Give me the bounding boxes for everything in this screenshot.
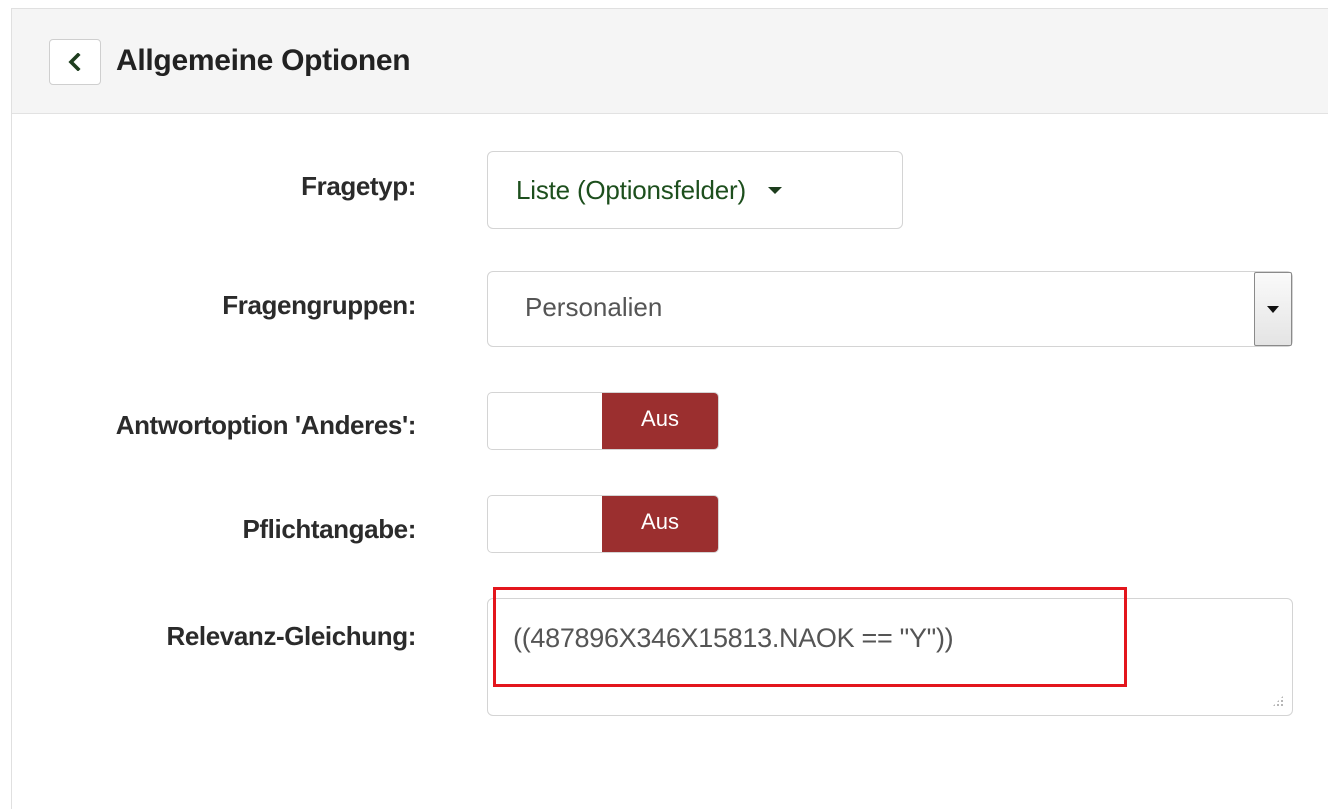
question-group-value: Personalien (525, 292, 663, 322)
back-button[interactable] (49, 39, 101, 85)
mandatory-toggle[interactable]: Aus (487, 495, 719, 553)
panel-header: Allgemeine Optionen (12, 9, 1328, 114)
other-option-toggle[interactable]: Aus (487, 392, 719, 450)
question-group-select[interactable]: Personalien (487, 271, 1293, 347)
caret-down-icon (767, 186, 782, 194)
chevron-left-icon (68, 53, 82, 71)
relevanz-label: Relevanz-Gleichung: (166, 621, 416, 651)
pflicht-label: Pflichtangabe: (242, 514, 416, 544)
select-arrow-icon[interactable] (1254, 272, 1292, 346)
question-type-value: Liste (Optionsfelder) (516, 174, 746, 205)
fragengruppen-label: Fragengruppen: (222, 290, 416, 320)
other-option-toggle-state: Aus (602, 393, 718, 449)
panel-title: Allgemeine Optionen (116, 44, 411, 77)
question-type-dropdown[interactable]: Liste (Optionsfelder) (487, 151, 903, 229)
fragetyp-label: Fragetyp: (301, 171, 416, 201)
highlight-annotation (493, 587, 1127, 687)
resize-grip-icon[interactable] (1272, 695, 1284, 707)
anderes-label: Antwortoption 'Anderes': (115, 410, 417, 440)
mandatory-toggle-state: Aus (602, 496, 718, 552)
